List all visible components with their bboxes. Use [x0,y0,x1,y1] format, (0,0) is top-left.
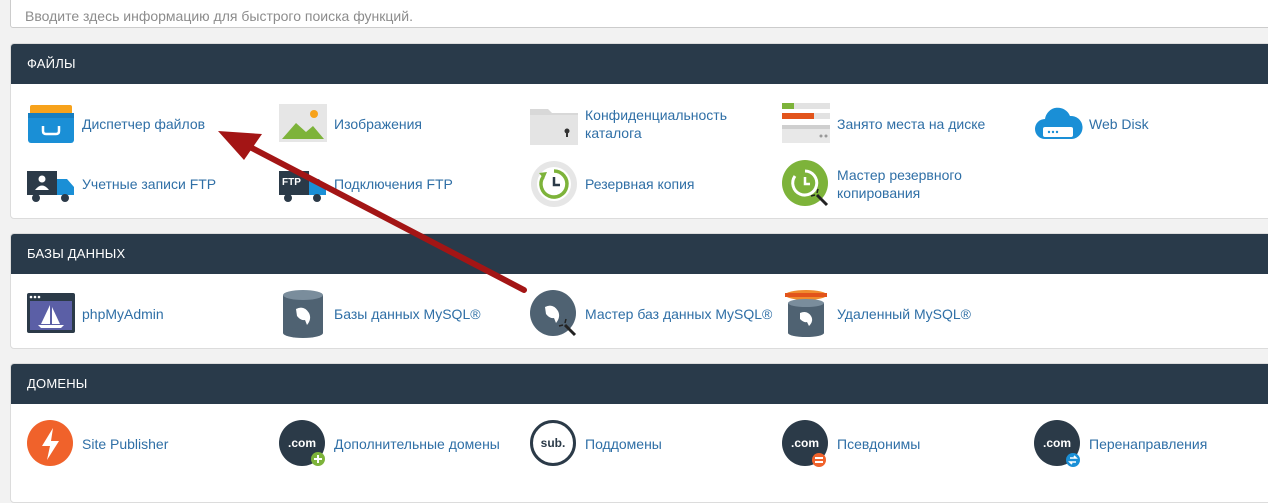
phpmyadmin-label: phpMyAdmin [82,306,164,322]
phpmyadmin-icon [26,289,76,339]
web-disk-label: Web Disk [1089,116,1149,132]
search-input[interactable] [10,0,1268,28]
subdomains-link[interactable]: sub. Поддомены [529,419,662,469]
database-dolphin-icon [278,289,328,339]
ftp-icon-text: FTP [282,177,301,188]
site-publisher-link[interactable]: Site Publisher [26,419,168,469]
disk-usage-label: Занято места на диске [837,116,986,132]
remote-mysql-link[interactable]: Удаленный MySQL® [781,289,971,339]
com-icon-text: .com [288,436,316,450]
backup-clock-icon [529,159,579,209]
ftp-connections-link[interactable]: FTP Подключения FTP [278,159,453,209]
mysql-databases-link[interactable]: Базы данных MySQL® [278,289,481,339]
com-equals-icon: .com [781,419,831,469]
disk-usage-icon [781,99,831,149]
backup-label: Резервная копия [585,176,695,192]
lightning-icon [26,419,76,469]
mysql-wizard-label: Мастер баз данных MySQL® [585,306,773,322]
truck-user-icon [26,159,76,209]
ftp-accounts-link[interactable]: Учетные записи FTP [26,159,216,209]
disk-usage-link[interactable]: Занято места на диске [781,99,985,149]
directory-privacy-label: Конфиденциальность каталога [585,107,728,141]
mysql-databases-label: Базы данных MySQL® [334,306,481,322]
remote-database-icon [781,289,831,339]
backup-link[interactable]: Резервная копия [529,159,695,209]
site-publisher-label: Site Publisher [82,436,169,452]
com-icon-text: .com [791,436,819,450]
com-icon-text: .com [1043,436,1071,450]
backup-wizard-label: Мастер резервного копирования [837,167,962,201]
database-wizard-icon [529,289,579,339]
images-link[interactable]: Изображения [278,99,422,149]
images-icon [278,99,328,149]
file-manager-link[interactable]: Диспетчер файлов [26,99,205,149]
databases-section-title: БАЗЫ ДАННЫХ [11,234,1268,274]
file-manager-icon [26,99,76,149]
databases-panel: БАЗЫ ДАННЫХ phpMyAdmin Базы данных MySQL… [10,233,1268,349]
com-plus-icon: .com [278,419,328,469]
ftp-connections-label: Подключения FTP [334,176,453,192]
files-section-title: ФАЙЛЫ [11,44,1268,84]
backup-wizard-link[interactable]: Мастер резервного копирования [781,159,987,209]
aliases-label: Псевдонимы [837,436,921,452]
file-manager-label: Диспетчер файлов [82,116,206,132]
domains-section-title: ДОМЕНЫ [11,364,1268,404]
directory-privacy-link[interactable]: Конфиденциальность каталога [529,99,745,149]
web-disk-link[interactable]: Web Disk [1033,99,1149,149]
folder-lock-icon [529,99,579,149]
ftp-accounts-label: Учетные записи FTP [82,176,217,192]
backup-wizard-icon [781,159,831,209]
redirects-link[interactable]: .com Перенаправления [1033,419,1207,469]
aliases-link[interactable]: .com Псевдонимы [781,419,920,469]
com-redirect-icon: .com [1033,419,1083,469]
addon-domains-label: Дополнительные домены [334,436,500,452]
redirects-label: Перенаправления [1089,436,1208,452]
mysql-wizard-link[interactable]: Мастер баз данных MySQL® [529,289,772,339]
sub-domain-icon: sub. [529,419,579,469]
domains-panel: ДОМЕНЫ Site Publisher .com Дополнительны… [10,363,1268,503]
sub-icon-text: sub. [541,436,566,450]
files-panel: ФАЙЛЫ Диспетчер файлов Изображения Конфи… [10,43,1268,219]
images-label: Изображения [334,116,422,132]
addon-domains-link[interactable]: .com Дополнительные домены [278,419,500,469]
cloud-drive-icon [1033,99,1083,149]
remote-mysql-label: Удаленный MySQL® [837,306,971,322]
truck-ftp-icon: FTP [278,159,328,209]
subdomains-label: Поддомены [585,436,662,452]
phpmyadmin-link[interactable]: phpMyAdmin [26,289,164,339]
